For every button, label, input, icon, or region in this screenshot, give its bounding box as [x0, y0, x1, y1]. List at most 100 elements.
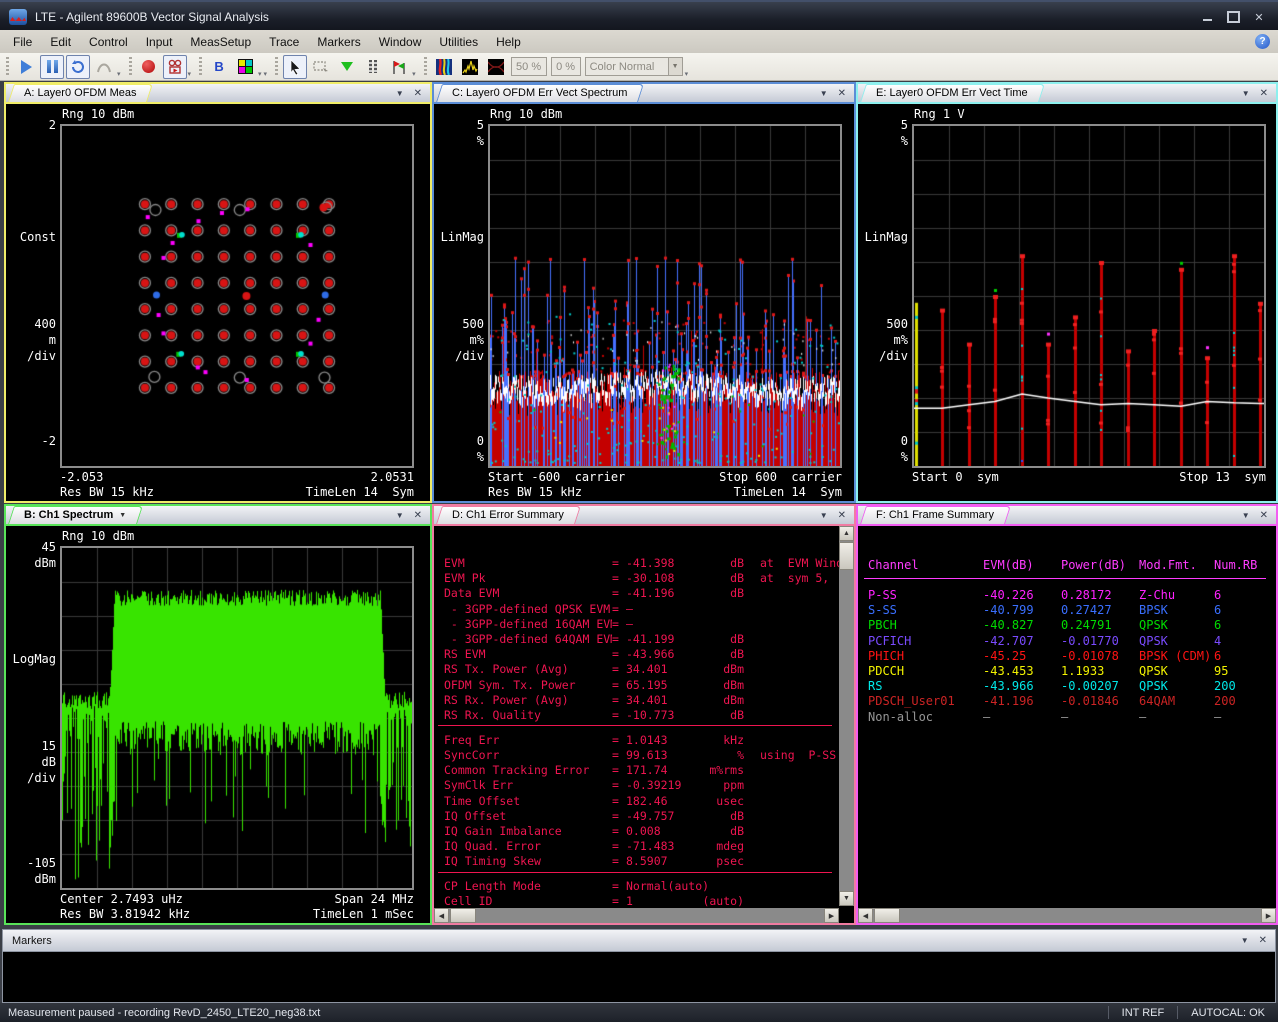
minimize-button[interactable] [1194, 7, 1220, 27]
player-button[interactable] [163, 55, 187, 79]
tab-frame-summary[interactable]: F: Ch1 Frame Summary [863, 506, 1008, 524]
toolbar-grip[interactable] [199, 57, 202, 77]
toolbar-grip[interactable] [424, 57, 427, 77]
toolbar-grip[interactable] [129, 57, 132, 77]
tab-err-vect-spectrum[interactable]: C: Layer0 OFDM Err Vect Spectrum [439, 84, 641, 102]
group-overflow-icon[interactable]: ▾ [264, 70, 268, 78]
metric-unit [698, 879, 744, 893]
panel-close-icon[interactable]: ✕ [414, 88, 422, 99]
metric-extra [760, 894, 846, 908]
hscroll-thumb[interactable] [874, 908, 900, 923]
help-icon[interactable]: ? [1255, 34, 1270, 49]
panel-collapse-icon[interactable]: ▼ [820, 89, 828, 98]
toolbar-grip[interactable] [6, 57, 9, 77]
menu-utilities[interactable]: Utilities [430, 32, 487, 52]
menu-trace[interactable]: Trace [260, 32, 308, 52]
evm-value: -45.25 [983, 649, 1026, 663]
menu-input[interactable]: Input [137, 32, 182, 52]
tab-error-summary[interactable]: D: Ch1 Error Summary [439, 506, 578, 524]
metric-extra [760, 678, 846, 692]
toolbar-grip[interactable] [275, 57, 278, 77]
metric-label: - 3GPP-defined 16QAM EVM [444, 617, 612, 631]
markers-header: Markers ▼✕ [3, 930, 1275, 951]
menu-control[interactable]: Control [80, 32, 137, 52]
err-vect-time-plot[interactable] [914, 126, 1264, 466]
bold-annotation-button[interactable]: B [207, 55, 231, 79]
horizontal-scrollbar[interactable]: ◀ ▶ [434, 908, 839, 923]
color-mode-combo[interactable]: Color Normal ▼ [585, 57, 683, 76]
metric-extra: = [612, 586, 626, 600]
close-button[interactable]: ✕ [1246, 7, 1272, 27]
res-bw-label: Res BW 3.81942 kHz [60, 907, 190, 921]
record-button[interactable] [137, 55, 161, 79]
menu-help[interactable]: Help [487, 32, 530, 52]
group-overflow-icon[interactable]: ▾ [412, 70, 416, 78]
scroll-right-icon[interactable]: ▶ [824, 908, 839, 923]
vscroll-thumb[interactable] [839, 542, 854, 570]
constellation-plot[interactable] [62, 126, 412, 466]
combo-dropdown-icon[interactable]: ▼ [668, 58, 682, 75]
panel-close-icon[interactable]: ✕ [838, 88, 846, 99]
panel-close-icon[interactable]: ✕ [838, 510, 846, 521]
metric-extra: = [612, 824, 626, 838]
hscroll-thumb[interactable] [450, 908, 476, 923]
y-axis-label: 500 [436, 317, 484, 331]
metric-value: 1 [626, 894, 698, 908]
marker-flag-button[interactable] [387, 55, 411, 79]
power-value: 0.24791 [1061, 618, 1112, 632]
spectrogram-view-button[interactable] [432, 55, 456, 79]
menu-file[interactable]: File [4, 32, 41, 52]
panel-close-icon[interactable]: ✕ [414, 510, 422, 521]
panel-close-icon[interactable]: ✕ [1260, 510, 1268, 521]
group-overflow-icon[interactable]: ▾ [685, 70, 689, 78]
spectrum-view-button[interactable] [458, 55, 482, 79]
pause-button[interactable] [40, 55, 64, 79]
scroll-right-icon[interactable]: ▶ [1261, 908, 1276, 923]
group-overflow-icon[interactable]: ▾ [188, 70, 192, 78]
maximize-button[interactable] [1220, 7, 1246, 27]
metric-extra: using P-SS [760, 748, 846, 762]
restart-button[interactable] [66, 55, 90, 79]
metric-extra [760, 839, 846, 853]
res-bw-label: Res BW 15 kHz [488, 485, 582, 499]
x-stop-label: Stop 13 sym [1179, 470, 1266, 484]
panel-close-icon[interactable]: ✕ [1260, 88, 1268, 99]
eye-diagram-view-button[interactable] [484, 55, 508, 79]
err-vect-spectrum-plot[interactable] [490, 126, 840, 466]
menu-markers[interactable]: Markers [308, 32, 369, 52]
panel-collapse-icon[interactable]: ▼ [1241, 936, 1249, 945]
tab-err-vect-time[interactable]: E: Layer0 OFDM Err Vect Time [863, 84, 1042, 102]
group-overflow-icon[interactable]: ▾ [117, 70, 121, 78]
transparency-field[interactable]: 50 % [511, 57, 547, 76]
scroll-left-icon[interactable]: ◀ [858, 908, 873, 923]
panel-collapse-icon[interactable]: ▼ [1242, 511, 1250, 520]
band-select-button[interactable] [309, 55, 333, 79]
layout-button[interactable] [233, 55, 257, 79]
menu-meassetup[interactable]: MeasSetup [181, 32, 260, 52]
horizontal-scrollbar[interactable]: ◀ ▶ [858, 908, 1276, 923]
scroll-left-icon[interactable]: ◀ [434, 908, 449, 923]
layout-dropdown-icon[interactable]: ▾ [258, 70, 262, 78]
threshold-field[interactable]: 0 % [551, 57, 581, 76]
panel-collapse-icon[interactable]: ▼ [396, 89, 404, 98]
play-button[interactable] [14, 55, 38, 79]
scroll-up-icon[interactable]: ▲ [839, 526, 854, 541]
metric-label: EVM [444, 556, 612, 570]
scroll-down-icon[interactable]: ▼ [839, 891, 854, 906]
vertical-scrollbar[interactable]: ▲ ▼ [839, 526, 854, 906]
select-tool-button[interactable] [283, 55, 307, 79]
menu-window[interactable]: Window [370, 32, 431, 52]
marker-to-peak-button[interactable] [335, 55, 359, 79]
tab-dropdown-icon[interactable]: ▼ [119, 512, 126, 519]
tab-ofdm-meas[interactable]: A: Layer0 OFDM Meas [11, 84, 150, 102]
tab-ch1-spectrum[interactable]: B: Ch1 Spectrum▼ [11, 506, 140, 524]
panel-collapse-icon[interactable]: ▼ [396, 511, 404, 520]
spectrum-plot[interactable] [62, 548, 412, 888]
single-sweep-button[interactable] [92, 55, 116, 79]
menu-edit[interactable]: Edit [41, 32, 80, 52]
panel-collapse-icon[interactable]: ▼ [1242, 89, 1250, 98]
panel-collapse-icon[interactable]: ▼ [820, 511, 828, 520]
channel-name: PDCCH [868, 664, 904, 678]
couplings-button[interactable] [361, 55, 385, 79]
panel-close-icon[interactable]: ✕ [1259, 935, 1267, 946]
